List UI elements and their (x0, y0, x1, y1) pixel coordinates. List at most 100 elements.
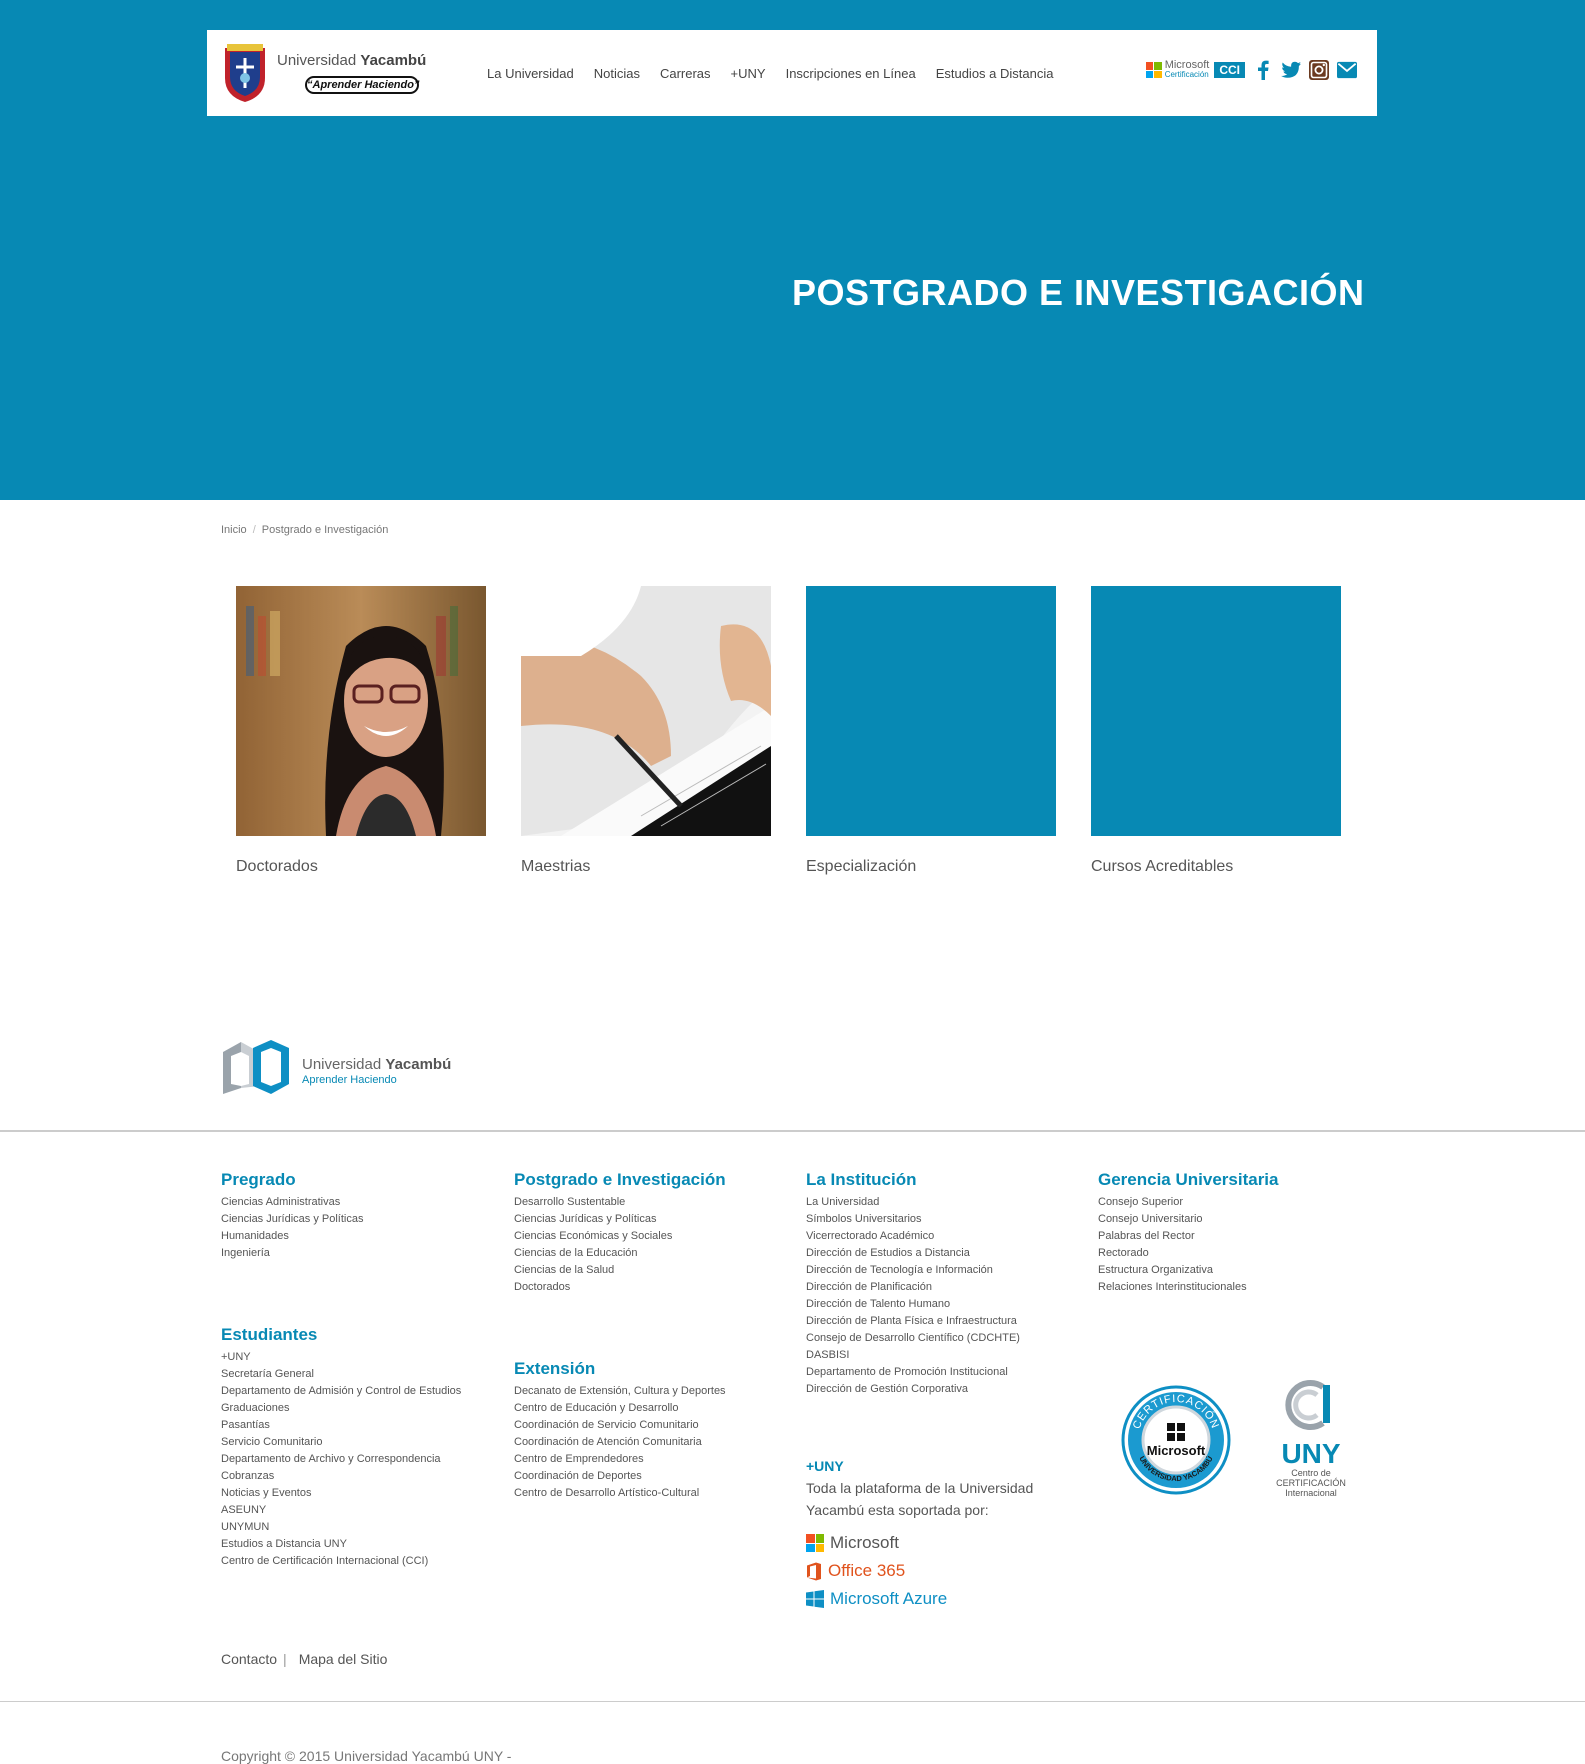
footer-col-extension: Extensión Decanato de Extensión, Cultura… (514, 1359, 726, 1502)
microsoft-certification-badge[interactable]: CERTIFICACIÓN UNIVERSIDAD YACAMBÚ Micros… (1121, 1385, 1231, 1495)
twitter-icon[interactable] (1281, 60, 1301, 80)
footer-link[interactable]: Cobranzas (221, 1468, 461, 1485)
footer-link[interactable]: UNYMUN (221, 1519, 461, 1536)
footer-link[interactable]: Desarrollo Sustentable (514, 1194, 726, 1211)
footer-logo-motto: Aprender Haciendo (302, 1074, 397, 1086)
site-header: Universidad Yacambú “Aprender Haciendo” … (207, 30, 1377, 116)
footer-col-title[interactable]: Estudiantes (221, 1325, 461, 1345)
mapa-sitio-link[interactable]: Mapa del Sitio (299, 1651, 388, 1667)
footer-link[interactable]: Pasantías (221, 1417, 461, 1434)
site-logo[interactable]: Universidad Yacambú “Aprender Haciendo” (221, 42, 431, 106)
logo-motto: “Aprender Haciendo” (305, 76, 419, 94)
footer-col-title[interactable]: La Institución (806, 1170, 1020, 1190)
card-especializacion[interactable]: Especialización (806, 586, 1056, 876)
brand-azure: Microsoft Azure (806, 1589, 1066, 1609)
footer-link[interactable]: Estructura Organizativa (1098, 1262, 1278, 1279)
card-maestrias[interactable]: Maestrias (521, 586, 771, 876)
footer-link[interactable]: Secretaría General (221, 1366, 461, 1383)
footer-col-title[interactable]: Postgrado e Investigación (514, 1170, 726, 1190)
footer-link[interactable]: Dirección de Estudios a Distancia (806, 1245, 1020, 1262)
footer-link[interactable]: Coordinación de Servicio Comunitario (514, 1417, 726, 1434)
footer-link[interactable]: Dirección de Gestión Corporativa (806, 1381, 1020, 1398)
card-label[interactable]: Doctorados (236, 858, 486, 876)
footer-col-title[interactable]: Gerencia Universitaria (1098, 1170, 1278, 1190)
footer-link[interactable]: Dirección de Planificación (806, 1279, 1020, 1296)
footer-link[interactable]: Departamento de Archivo y Correspondenci… (221, 1451, 461, 1468)
brand-microsoft: Microsoft (806, 1533, 1066, 1553)
footer-link[interactable]: Palabras del Rector (1098, 1228, 1278, 1245)
microsoft-cci-badge[interactable]: Microsoft Certificación CCI (1145, 60, 1245, 79)
cursos-image[interactable] (1091, 586, 1341, 836)
footer-link[interactable]: Humanidades (221, 1228, 363, 1245)
footer-link[interactable]: Servicio Comunitario (221, 1434, 461, 1451)
footer-link[interactable]: Centro de Certificación Internacional (C… (221, 1553, 461, 1570)
platform-text: Toda la plataforma de la Universidad Yac… (806, 1480, 1034, 1518)
footer-link[interactable]: Ciencias Jurídicas y Políticas (514, 1211, 726, 1228)
footer-link[interactable]: +UNY (221, 1349, 461, 1366)
footer-link[interactable]: Noticias y Eventos (221, 1485, 461, 1502)
footer-link[interactable]: Rectorado (1098, 1245, 1278, 1262)
footer-link[interactable]: DASBISI (806, 1347, 1020, 1364)
footer-divider (0, 1130, 1585, 1132)
footer-link[interactable]: Ingeniería (221, 1245, 363, 1262)
footer-link[interactable]: Dirección de Tecnología e Información (806, 1262, 1020, 1279)
footer-link[interactable]: Centro de Educación y Desarrollo (514, 1400, 726, 1417)
footer-link[interactable]: Ciencias Jurídicas y Políticas (221, 1211, 363, 1228)
nav-noticias[interactable]: Noticias (594, 66, 640, 81)
nav-estudios-distancia[interactable]: Estudios a Distancia (936, 66, 1054, 81)
footer-logo-name: Universidad Yacambú (302, 1056, 452, 1073)
email-icon[interactable] (1337, 60, 1357, 80)
breadcrumb-home[interactable]: Inicio (221, 524, 247, 536)
program-cards: Doctorados Maestrias Especialización Cur… (236, 586, 1341, 876)
nav-la-universidad[interactable]: La Universidad (487, 66, 574, 81)
nav-carreras[interactable]: Carreras (660, 66, 711, 81)
card-label[interactable]: Cursos Acreditables (1091, 858, 1341, 876)
footer-link[interactable]: Consejo Universitario (1098, 1211, 1278, 1228)
footer-link[interactable]: Doctorados (514, 1279, 726, 1296)
card-cursos-acreditables[interactable]: Cursos Acreditables (1091, 586, 1341, 876)
footer-link[interactable]: Dirección de Talento Humano (806, 1296, 1020, 1313)
badge-center-text: Microsoft (1147, 1443, 1206, 1458)
footer-link[interactable]: Consejo Superior (1098, 1194, 1278, 1211)
footer-link[interactable]: Dirección de Planta Física e Infraestruc… (806, 1313, 1020, 1330)
footer-link[interactable]: Ciencias de la Educación (514, 1245, 726, 1262)
footer-logo[interactable]: Universidad Yacambú Aprender Haciendo (221, 1038, 481, 1096)
footer-link[interactable]: Departamento de Admisión y Control de Es… (221, 1383, 461, 1400)
footer-link[interactable]: Coordinación de Atención Comunitaria (514, 1434, 726, 1451)
footer-link[interactable]: Graduaciones (221, 1400, 461, 1417)
footer-link[interactable]: Símbolos Universitarios (806, 1211, 1020, 1228)
nav-uny[interactable]: +UNY (731, 66, 766, 81)
uny-cci-logo[interactable]: UNY Centro de CERTIFICACIÓN Internaciona… (1271, 1377, 1351, 1502)
footer-col-gerencia: Gerencia Universitaria Consejo Superior … (1098, 1170, 1278, 1296)
maestrias-photo[interactable] (521, 586, 771, 836)
instagram-icon[interactable] (1309, 60, 1329, 80)
university-crest-icon (225, 44, 265, 102)
card-doctorados[interactable]: Doctorados (236, 586, 486, 876)
footer-link[interactable]: Ciencias de la Salud (514, 1262, 726, 1279)
header-right: Microsoft Certificación CCI (1145, 60, 1357, 80)
footer-link[interactable]: Relaciones Interinstitucionales (1098, 1279, 1278, 1296)
footer-link[interactable]: Decanato de Extensión, Cultura y Deporte… (514, 1383, 726, 1400)
nav-inscripciones[interactable]: Inscripciones en Línea (786, 66, 916, 81)
card-label[interactable]: Especialización (806, 858, 1056, 876)
footer-link[interactable]: Centro de Emprendedores (514, 1451, 726, 1468)
footer-link[interactable]: ASEUNY (221, 1502, 461, 1519)
facebook-icon[interactable] (1253, 60, 1273, 80)
doctorados-photo[interactable] (236, 586, 486, 836)
contacto-link[interactable]: Contacto (221, 1651, 277, 1667)
footer-link[interactable]: Estudios a Distancia UNY (221, 1536, 461, 1553)
platform-heading[interactable]: +UNY (806, 1458, 1066, 1474)
footer-col-title[interactable]: Extensión (514, 1359, 726, 1379)
card-label[interactable]: Maestrias (521, 858, 771, 876)
footer-link[interactable]: La Universidad (806, 1194, 1020, 1211)
footer-link[interactable]: Vicerrectorado Académico (806, 1228, 1020, 1245)
footer-col-title[interactable]: Pregrado (221, 1170, 363, 1190)
footer-link[interactable]: Coordinación de Deportes (514, 1468, 726, 1485)
footer-link[interactable]: Consejo de Desarrollo Científico (CDCHTE… (806, 1330, 1020, 1347)
footer-link[interactable]: Ciencias Administrativas (221, 1194, 363, 1211)
footer-link[interactable]: Ciencias Económicas y Sociales (514, 1228, 726, 1245)
footer-link[interactable]: Departamento de Promoción Institucional (806, 1364, 1020, 1381)
especializacion-image[interactable] (806, 586, 1056, 836)
footer-link[interactable]: Centro de Desarrollo Artístico-Cultural (514, 1485, 726, 1502)
uny-cube-logo-icon (223, 1040, 289, 1094)
